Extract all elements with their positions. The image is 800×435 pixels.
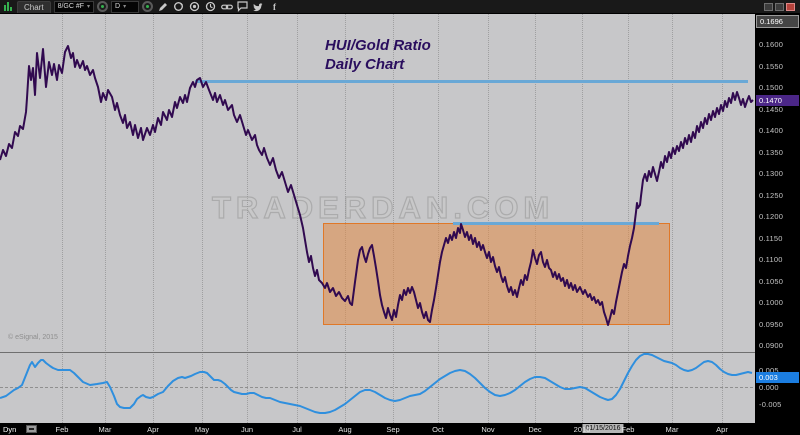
clock-icon[interactable] — [204, 1, 217, 13]
esignal-logo-icon — [4, 2, 12, 11]
x-axis-month-label: Apr — [716, 425, 728, 434]
toolbar: Chart 8/GC #F ▾ D ▾ f — [0, 0, 800, 14]
x-axis-month-label: Mar — [666, 425, 679, 434]
y-axis-tick-label: 0.1150 — [759, 234, 783, 243]
y-axis-tick-label: 0.0950 — [759, 320, 783, 329]
pane-divider[interactable] — [0, 352, 755, 353]
maximize-button[interactable] — [775, 3, 784, 11]
interval-input[interactable]: D ▾ — [111, 1, 139, 13]
price-and-indicator-series — [0, 14, 755, 423]
x-axis-month-label: 2016 — [574, 425, 591, 434]
x-axis-month-label: May — [195, 425, 209, 434]
copyright-text: © eSignal, 2015 — [8, 334, 58, 341]
x-axis-month-label: Jun — [241, 425, 253, 434]
twitter-icon[interactable] — [252, 1, 265, 13]
y-axis-tick-label: 0.1500 — [759, 83, 783, 92]
symbol-input[interactable]: 8/GC #F ▾ — [54, 1, 94, 13]
chart-title-line2: Daily Chart — [325, 55, 431, 74]
close-button[interactable] — [786, 3, 795, 11]
pencil-icon[interactable] — [156, 1, 169, 13]
facebook-icon[interactable]: f — [268, 1, 281, 13]
x-axis-month-label: Feb — [622, 425, 635, 434]
x-axis-month-label: Sep — [386, 425, 399, 434]
interval-value: D — [115, 3, 120, 10]
time-template-icon[interactable] — [26, 425, 37, 433]
y-axis-tick-label: 0.0900 — [759, 341, 783, 350]
minimize-button[interactable] — [764, 3, 773, 11]
tab-chart[interactable]: Chart — [17, 1, 51, 13]
link-icon[interactable] — [220, 1, 233, 13]
scale-high-label: 0.1696 — [756, 15, 799, 28]
chart-application-window: Chart 8/GC #F ▾ D ▾ f — [0, 0, 800, 435]
x-axis-month-label: Jul — [292, 425, 302, 434]
indicator-line-series — [0, 354, 752, 413]
y-axis-tick-label: 0.1550 — [759, 62, 783, 71]
interval-go-button[interactable] — [142, 1, 153, 12]
symbol-go-button[interactable] — [97, 1, 108, 12]
refresh-icon[interactable] — [172, 1, 185, 13]
x-axis-month-label: Mar — [99, 425, 112, 434]
x-axis-month-label: Apr — [147, 425, 159, 434]
record-icon[interactable] — [188, 1, 201, 13]
chevron-down-icon[interactable]: ▾ — [123, 4, 126, 10]
price-axis[interactable]: 0.1696 0.1470 0.003 0.16500.16000.15500.… — [755, 14, 800, 423]
dyn-label[interactable]: Dyn — [3, 425, 16, 434]
y-axis-tick-label: 0.1050 — [759, 277, 783, 286]
time-axis[interactable]: Dyn 01/15/2016 FebMarAprMayJunJulAugSepO… — [0, 423, 800, 435]
y-axis-tick-label: 0.1300 — [759, 169, 783, 178]
chart-title: HUI/Gold Ratio Daily Chart — [325, 36, 431, 74]
y-axis-tick-label: 0.1350 — [759, 148, 783, 157]
chart-title-line1: HUI/Gold Ratio — [325, 36, 431, 55]
y-axis-tick-label: 0.1600 — [759, 40, 783, 49]
chart-plot-area[interactable]: TRADERDAN.COM HUI/Gold Ratio Daily Chart… — [0, 14, 755, 423]
y-axis-tick-label: 0.1200 — [759, 212, 783, 221]
x-axis-month-label: Feb — [56, 425, 69, 434]
last-price-label: 0.1470 — [756, 95, 799, 106]
symbol-value: 8/GC #F — [58, 3, 84, 10]
x-axis-month-label: Nov — [481, 425, 494, 434]
y-axis-tick-label: 0.1400 — [759, 126, 783, 135]
price-line-series — [0, 46, 753, 325]
x-axis-month-label: Dec — [528, 425, 541, 434]
indicator-tick-label: 0.000 — [759, 383, 779, 392]
y-axis-tick-label: 0.1100 — [759, 255, 783, 264]
chat-icon[interactable] — [236, 1, 249, 13]
window-controls — [764, 3, 795, 11]
indicator-value-label: 0.003 — [756, 372, 799, 383]
y-axis-tick-label: 0.1000 — [759, 298, 783, 307]
y-axis-tick-label: 0.1250 — [759, 191, 783, 200]
x-axis-month-label: Aug — [338, 425, 351, 434]
indicator-tick-label: -0.005 — [759, 400, 781, 409]
x-axis-month-label: Oct — [432, 425, 444, 434]
chevron-down-icon[interactable]: ▾ — [87, 4, 90, 10]
